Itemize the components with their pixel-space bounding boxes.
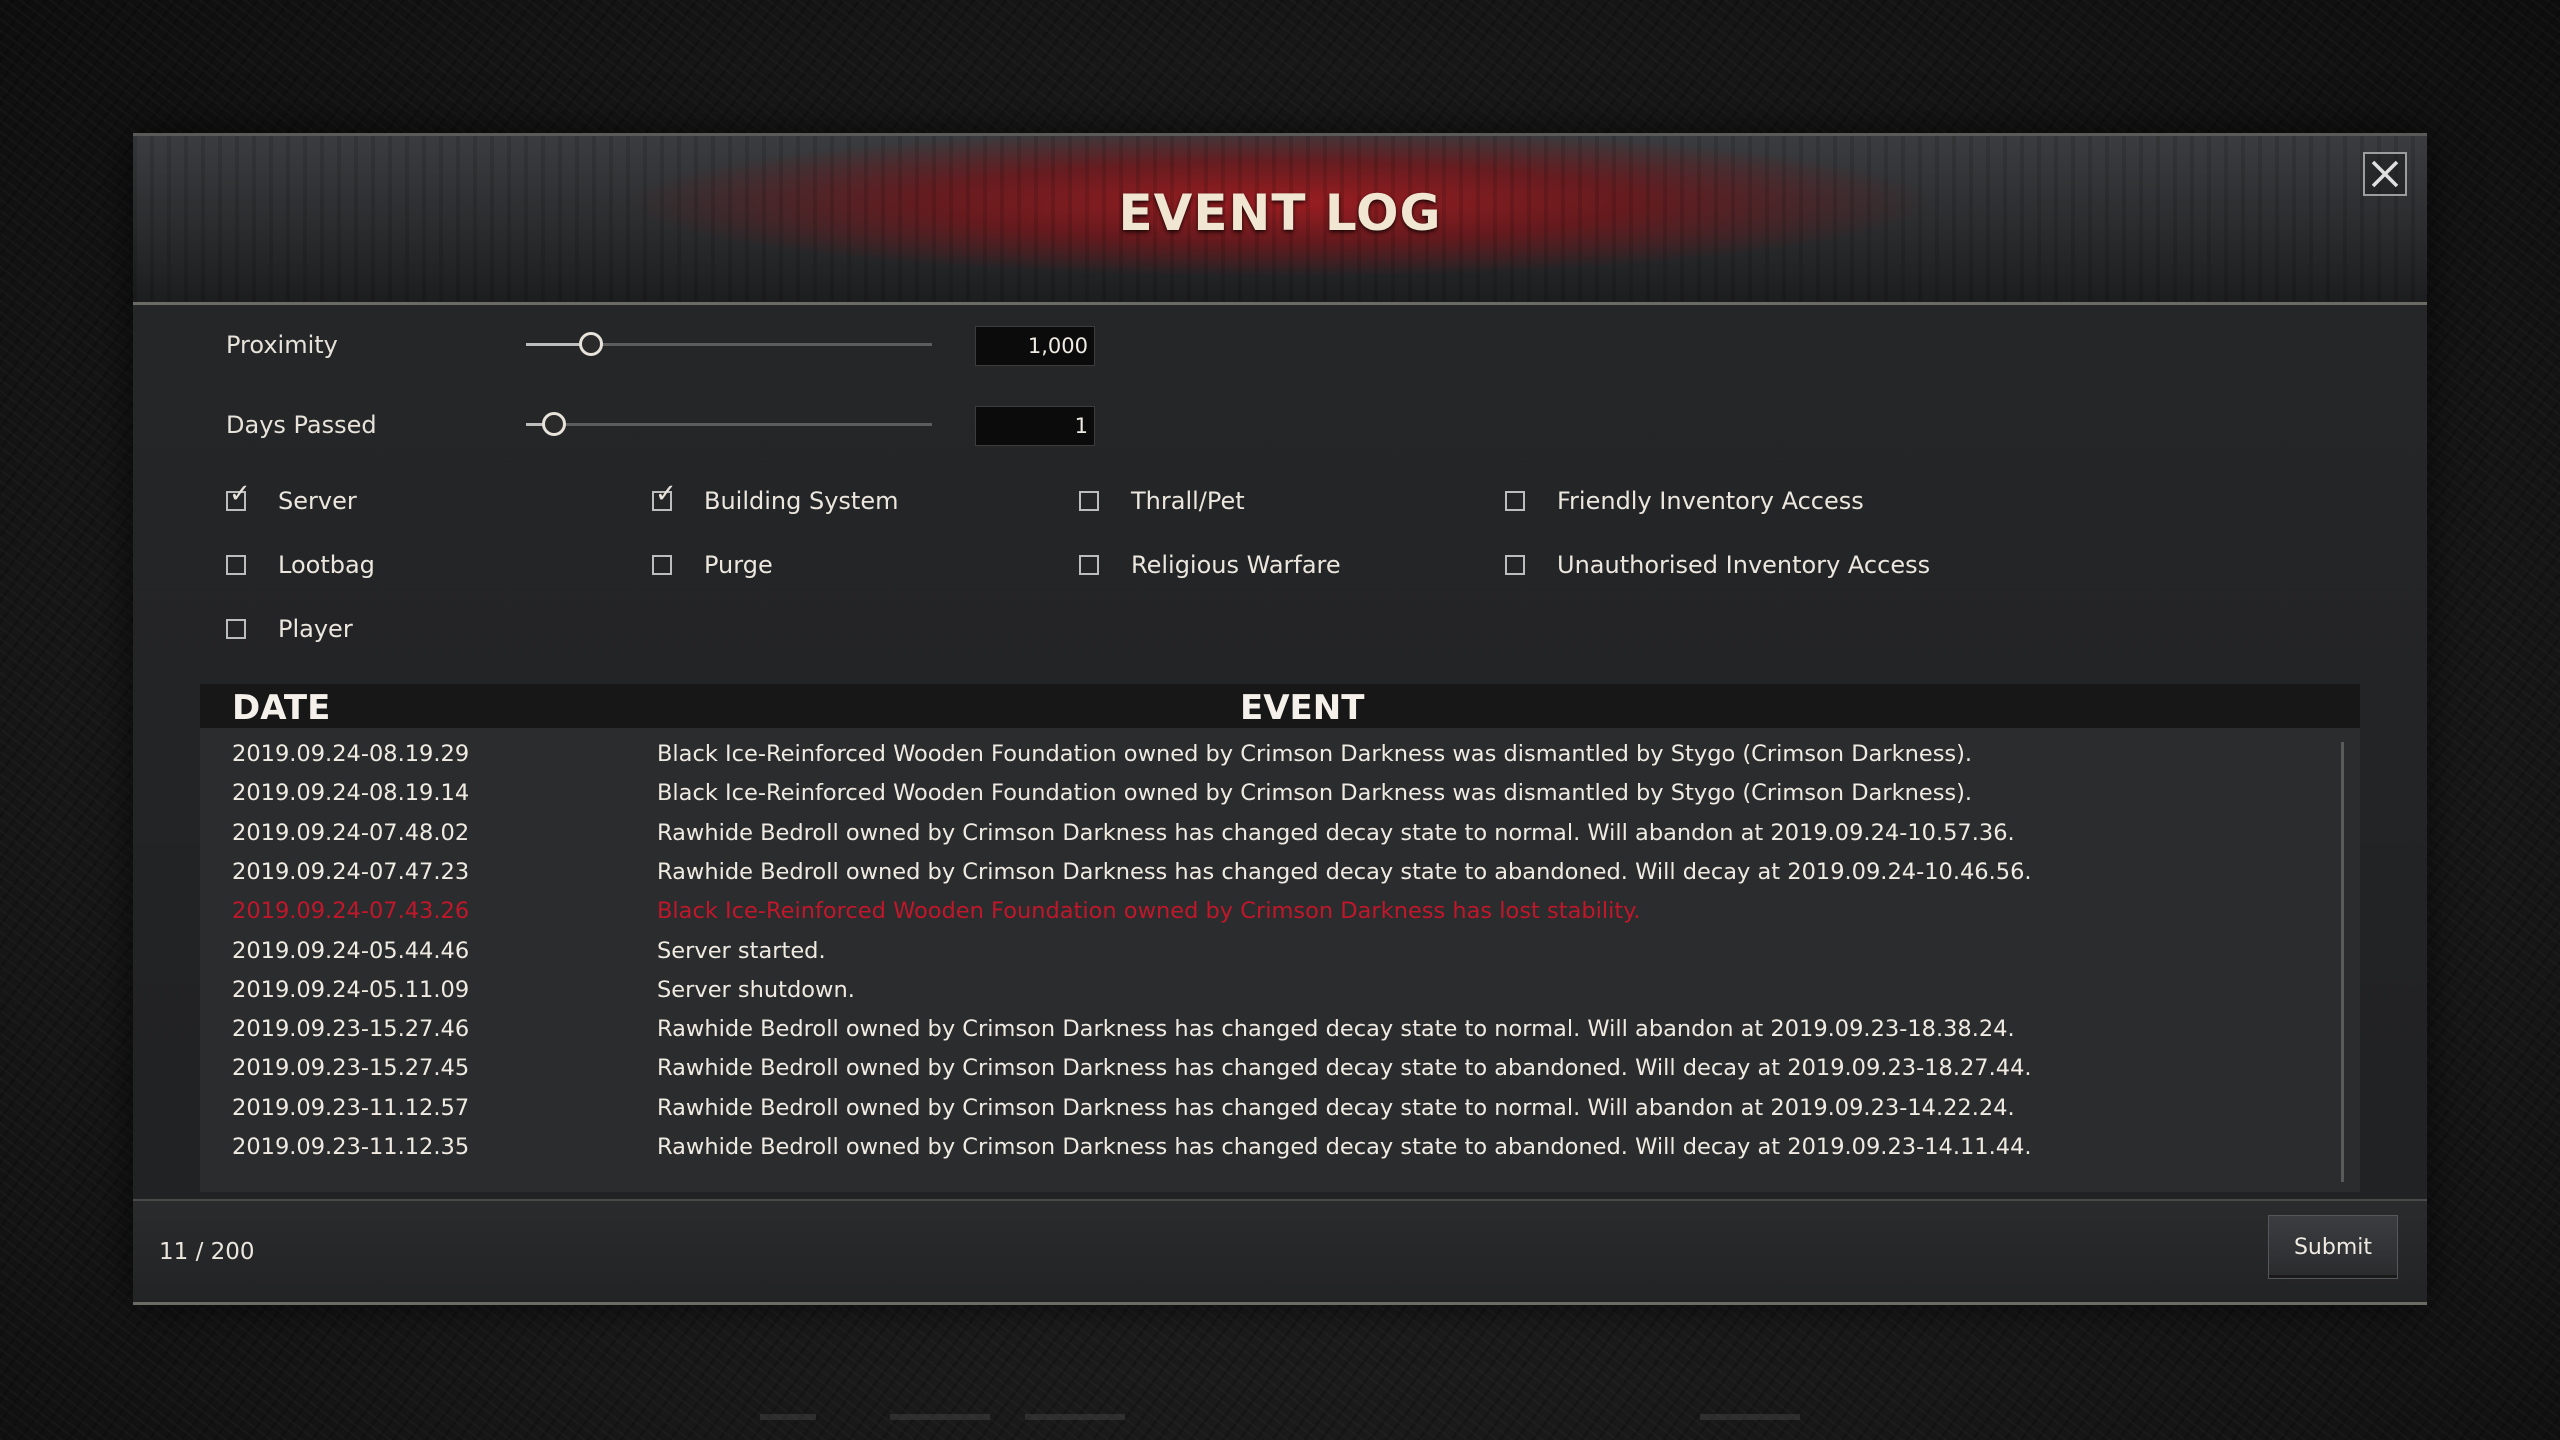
event-log-dialog: EVENT LOG Proximity Days Passed ✓ Server… [133,133,2427,1305]
column-header-event: EVENT [1240,688,1365,728]
row-event: Rawhide Bedroll owned by Crimson Darknes… [657,858,2032,885]
close-button[interactable] [2363,152,2407,196]
checkbox-building-system[interactable]: ✓ Building System [652,481,899,516]
checkmark-icon: ✓ [655,479,677,509]
table-row: 2019.09.24-08.19.14 Black Ice-Reinforced … [200,774,2340,813]
checkbox-unauthorised-inventory-access[interactable]: ✓ Unauthorised Inventory Access [1505,550,1930,580]
checkbox-purge[interactable]: ✓ Purge [652,550,773,580]
row-event: Server shutdown. [657,976,855,1003]
checkbox-label: Building System [704,487,899,515]
table-row: 2019.09.24-07.47.23 Rawhide Bedroll owned… [200,853,2340,892]
checkbox-friendly-inventory-access[interactable]: ✓ Friendly Inventory Access [1505,486,1864,516]
checkbox-label: Friendly Inventory Access [1557,487,1864,515]
row-date: 2019.09.23-11.12.57 [232,1094,470,1121]
table-row: 2019.09.23-15.27.46 Rawhide Bedroll owned… [200,1010,2340,1049]
checkbox-box[interactable]: ✓ [226,481,251,511]
table-row: 2019.09.23-11.12.35 Rawhide Bedroll owned… [200,1128,2340,1167]
checkbox-label: Unauthorised Inventory Access [1557,551,1931,579]
row-date: 2019.09.24-05.11.09 [232,976,470,1003]
row-event: Rawhide Bedroll owned by Crimson Darknes… [657,1016,2015,1043]
row-date: 2019.09.24-07.48.02 [232,819,470,846]
table-row: 2019.09.24-08.19.29 Black Ice-Reinforced … [200,735,2340,774]
row-event: Server started. [657,937,826,964]
proximity-value-input[interactable] [975,326,1095,366]
row-date: 2019.09.24-08.19.29 [232,741,470,767]
checkbox-box[interactable]: ✓ [652,481,677,511]
table-row: 2019.09.23-11.12.57 Rawhide Bedroll owned… [200,1089,2340,1128]
days-passed-slider-handle[interactable] [542,412,567,436]
days-passed-slider-track [526,423,932,426]
checkbox-label: Thrall/Pet [1131,487,1245,515]
proximity-slider-handle[interactable] [578,332,603,356]
row-event: Rawhide Bedroll owned by Crimson Darknes… [657,819,2015,846]
days-passed-value-input[interactable] [975,406,1095,446]
days-passed-slider[interactable] [526,412,932,436]
checkbox-label: Religious Warfare [1131,551,1341,579]
table-row: 2019.09.23-15.27.45 Rawhide Bedroll owned… [200,1049,2340,1088]
event-log-table: DATE EVENT 2019.09.24-08.19.29 Black Ice-… [200,684,2360,1192]
checkbox-box[interactable]: ✓ [226,619,246,639]
days-passed-label: Days Passed [226,411,377,439]
row-date: 2019.09.24-08.19.14 [232,780,470,807]
table-row: 2019.09.24-07.48.02 Rawhide Bedroll owned… [200,814,2340,853]
proximity-label: Proximity [226,331,338,359]
row-event: Black Ice-Reinforced Wooden Foundation o… [657,898,1641,925]
row-date: 2019.09.24-07.47.23 [232,858,470,885]
row-date: 2019.09.23-11.12.35 [232,1134,470,1160]
dialog-footer: 11 / 200 Submit [133,1199,2427,1305]
row-date: 2019.09.24-07.43.26 [232,898,470,925]
table-header: DATE EVENT [200,684,2360,728]
checkbox-religious-warfare[interactable]: ✓ Religious Warfare [1079,550,1341,580]
checkbox-server[interactable]: ✓ Server [226,481,357,516]
title-bar: EVENT LOG [133,133,2427,305]
checkbox-thrall-pet[interactable]: ✓ Thrall/Pet [1079,486,1245,516]
row-event: Black Ice-Reinforced Wooden Foundation o… [657,741,1973,767]
table-row: 2019.09.24-07.43.26 Black Ice-Reinforced … [200,892,2340,931]
row-date: 2019.09.23-15.27.46 [232,1016,470,1043]
checkbox-lootbag[interactable]: ✓ Lootbag [226,550,375,580]
close-icon [2371,160,2399,188]
row-date: 2019.09.24-05.44.46 [232,937,470,964]
checkbox-label: Purge [704,551,773,579]
checkbox-label: Lootbag [278,551,375,579]
table-row: 2019.09.24-05.44.46 Server started. [200,932,2340,971]
checkbox-box[interactable]: ✓ [1505,555,1525,575]
row-event: Rawhide Bedroll owned by Crimson Darknes… [657,1055,2032,1082]
checkbox-box[interactable]: ✓ [1079,555,1099,575]
checkbox-box[interactable]: ✓ [1505,491,1525,511]
dialog-title: EVENT LOG [1118,184,1442,242]
event-count: 11 / 200 [159,1239,255,1265]
checkmark-icon: ✓ [229,479,251,509]
hud-hotbar-behind [740,1290,1840,1440]
checkbox-player[interactable]: ✓ Player [226,614,353,644]
row-date: 2019.09.23-15.27.45 [232,1055,470,1082]
proximity-slider[interactable] [526,332,932,356]
checkbox-label: Player [278,615,353,643]
row-event: Black Ice-Reinforced Wooden Foundation o… [657,780,1973,807]
submit-button[interactable]: Submit [2268,1215,2398,1279]
row-event: Rawhide Bedroll owned by Crimson Darknes… [657,1094,2015,1121]
table-scrollbar[interactable] [2341,742,2344,1182]
row-event: Rawhide Bedroll owned by Crimson Darknes… [657,1134,2032,1160]
checkbox-box[interactable]: ✓ [226,555,246,575]
checkbox-box[interactable]: ✓ [652,555,672,575]
checkbox-label: Server [278,487,357,515]
checkbox-box[interactable]: ✓ [1079,491,1099,511]
column-header-date: DATE [232,688,331,728]
table-row: 2019.09.24-05.11.09 Server shutdown. [200,971,2340,1010]
